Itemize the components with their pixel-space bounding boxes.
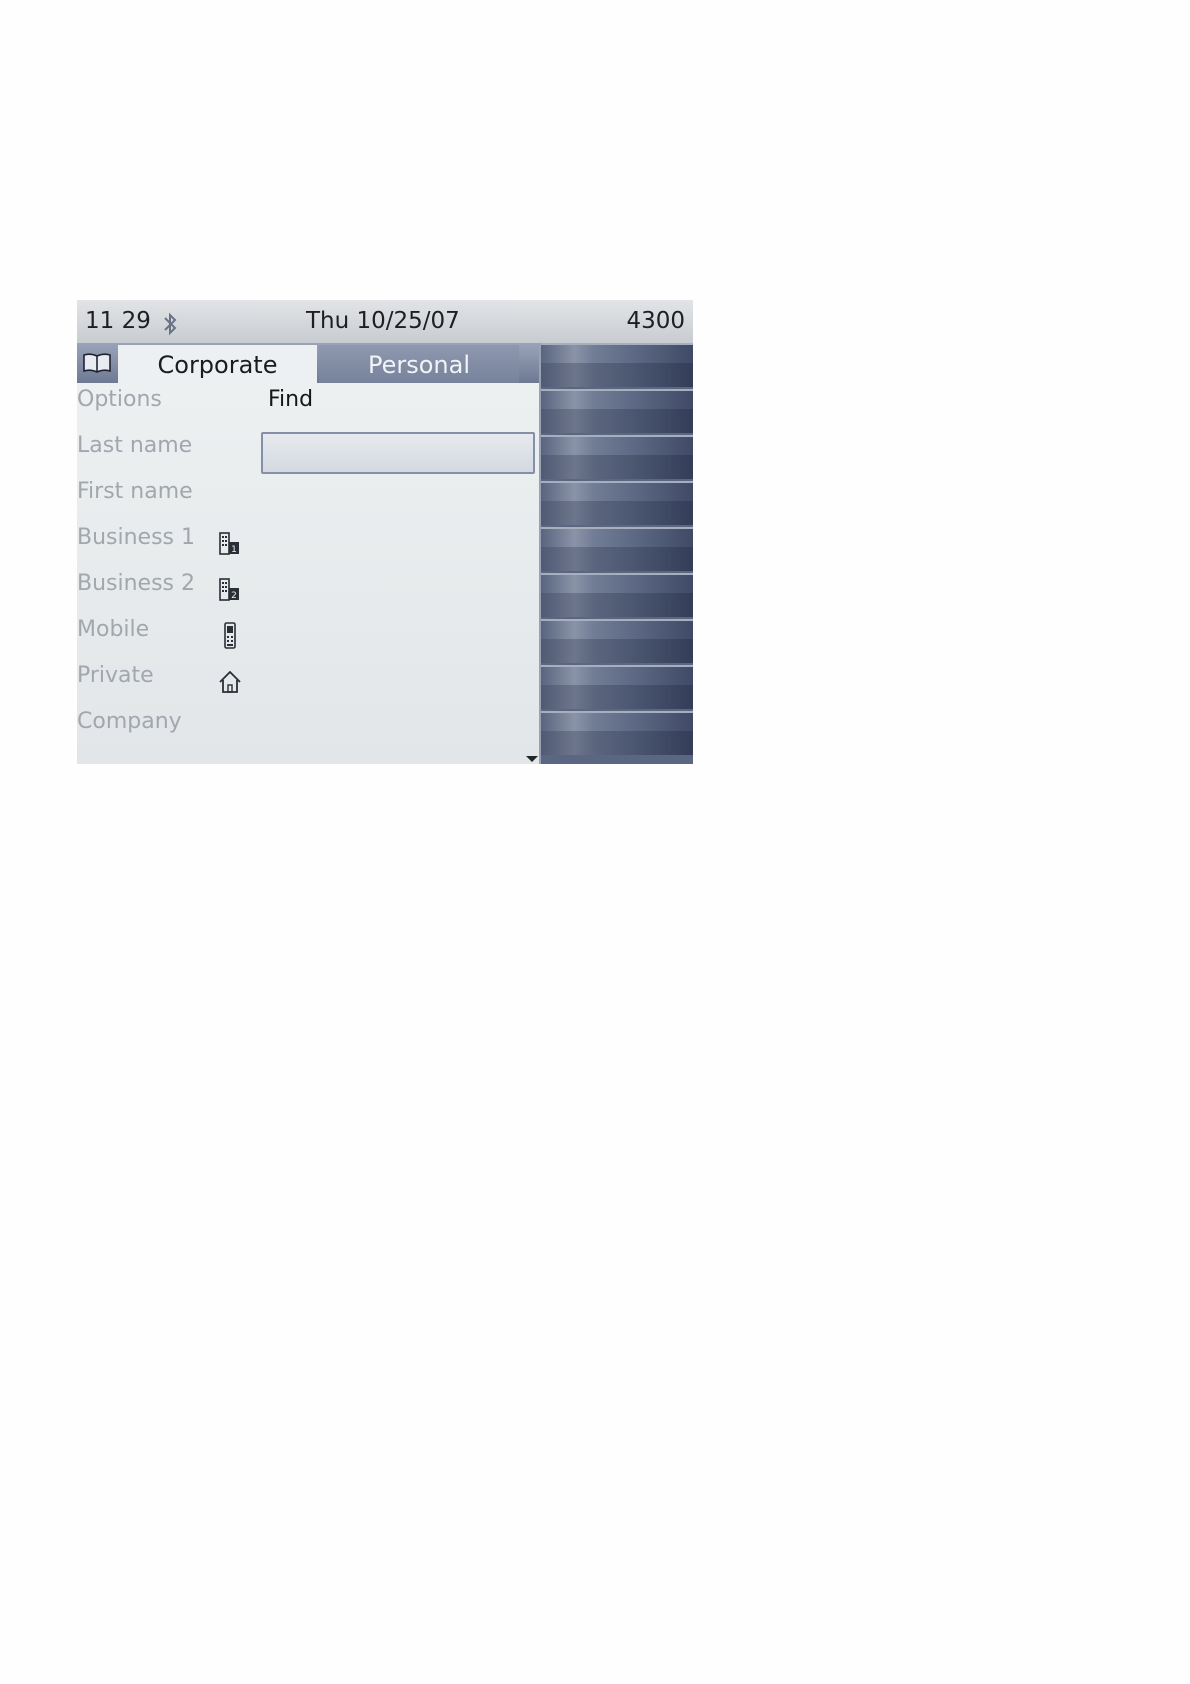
building-1-icon: 1 <box>217 530 243 558</box>
business-2-row[interactable]: Business 2 2 <box>77 567 539 613</box>
building-2-icon: 2 <box>217 576 243 604</box>
status-extension: 4300 <box>626 308 685 334</box>
bluetooth-icon <box>160 309 180 336</box>
company-row[interactable]: Company <box>77 705 539 751</box>
softkey-1[interactable] <box>541 343 693 387</box>
softkey-8[interactable] <box>541 665 693 709</box>
first-name-row[interactable]: First name <box>77 475 539 521</box>
last-name-label: Last name <box>77 433 193 458</box>
tab-corporate[interactable]: Corporate <box>118 345 317 383</box>
business-1-row[interactable]: Business 1 1 <box>77 521 539 567</box>
status-bar: 11 29 Thu 10/25/07 4300 <box>77 300 693 343</box>
mobile-phone-icon <box>217 622 243 650</box>
first-name-label: First name <box>77 479 193 504</box>
softkey-6[interactable] <box>541 573 693 617</box>
business-1-label: Business 1 <box>77 525 196 550</box>
book-icon <box>77 345 117 381</box>
private-label: Private <box>77 663 154 688</box>
status-time: 11 29 <box>85 308 151 334</box>
tab-personal[interactable]: Personal <box>319 345 519 383</box>
softkey-2[interactable] <box>541 389 693 433</box>
company-label: Company <box>77 709 182 734</box>
softkey-5[interactable] <box>541 527 693 571</box>
mobile-row[interactable]: Mobile <box>77 613 539 659</box>
find-label[interactable]: Find <box>268 387 313 412</box>
tab-strip: Corporate Personal <box>77 343 539 383</box>
business-2-label: Business 2 <box>77 571 196 596</box>
softkey-9[interactable] <box>541 711 693 755</box>
home-icon <box>217 668 243 696</box>
last-name-row: Last name <box>77 429 539 475</box>
scroll-down-icon[interactable] <box>526 756 538 762</box>
private-row[interactable]: Private <box>77 659 539 705</box>
directory-search-form: Options Find Last name First name Busine… <box>77 383 539 764</box>
mobile-label: Mobile <box>77 617 150 642</box>
softkey-3[interactable] <box>541 435 693 479</box>
status-date: Thu 10/25/07 <box>306 308 460 334</box>
phone-screen: 11 29 Thu 10/25/07 4300 Corporate Person… <box>77 300 693 764</box>
last-name-input[interactable] <box>261 432 535 474</box>
svg-text:2: 2 <box>231 591 237 601</box>
options-label: Options <box>77 387 162 412</box>
softkey-7[interactable] <box>541 619 693 663</box>
options-row[interactable]: Options Find <box>77 383 539 429</box>
softkey-panel <box>539 343 693 764</box>
softkey-4[interactable] <box>541 481 693 525</box>
svg-text:1: 1 <box>231 545 237 555</box>
